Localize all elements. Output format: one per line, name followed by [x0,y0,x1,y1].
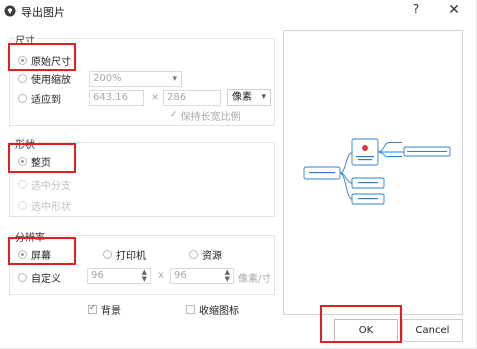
keep-ratio-option[interactable]: ✓ 保持长宽比例 [170,109,241,123]
original-size-radio[interactable] [18,55,27,65]
screen-label: 屏幕 [31,250,51,262]
original-size-label: 原始尺寸 [31,56,71,68]
resolution-section-title: 分辨率 [15,229,47,244]
dialog-title: 导出图片 [21,6,65,19]
screen-option[interactable]: 屏幕 [18,247,51,262]
shape-section-title: 形状 [15,136,37,151]
background-checkbox[interactable] [88,303,97,314]
preview-pane [283,30,463,315]
background-label: 背景 [101,305,121,317]
custom-option[interactable]: 自定义 [18,270,61,285]
fit-to-option[interactable]: 适应到 [18,91,61,106]
close-button[interactable]: ✕ [445,2,463,20]
whole-page-option[interactable]: 整页 [18,154,51,169]
custom-label: 自定义 [31,273,61,285]
cancel-button[interactable]: Cancel [402,319,463,342]
dpi-x-spinner-icon[interactable]: ▲ ▼ [142,269,147,283]
resolution-section [9,235,275,295]
title-bar: 导出图片 ? ✕ [0,0,477,22]
size-times-sign: × [151,92,160,103]
printer-radio[interactable] [103,249,112,259]
source-label: 资源 [202,250,222,262]
dpi-y-input[interactable]: 96 ▲ ▼ [170,268,234,284]
printer-option[interactable]: 打印机 [103,247,146,262]
selected-branch-label: 选中分支 [31,180,71,192]
dpi-unit-label: 像素/寸 [238,274,272,285]
unit-select[interactable]: 像素 ▾ [227,89,271,106]
check-icon: ✓ [170,110,178,120]
fit-to-label: 适应到 [31,94,61,106]
help-button[interactable]: ? [409,2,423,20]
unit-select-value: 像素 [232,92,252,103]
app-logo-icon [4,5,16,17]
printer-label: 打印机 [116,250,146,262]
dpi-times-sign: x [158,270,164,281]
height-input[interactable]: 286 [163,90,221,106]
selected-shape-option[interactable]: 选中形状 [18,198,71,213]
collapse-icon-option[interactable]: 收缩图标 [186,303,239,317]
selected-branch-radio[interactable] [18,179,27,189]
whole-page-radio[interactable] [18,156,27,166]
original-size-option[interactable]: 原始尺寸 [18,53,71,68]
selected-shape-radio[interactable] [18,200,27,210]
selected-branch-option[interactable]: 选中分支 [18,177,71,192]
dpi-y-value: 96 [174,270,187,281]
use-zoom-option[interactable]: 使用缩放 [18,71,71,86]
collapse-icon-checkbox[interactable] [186,304,195,314]
dpi-x-input[interactable]: 96 ▲ ▼ [87,268,151,284]
screen-radio[interactable] [18,249,27,259]
fit-to-radio[interactable] [18,93,27,103]
selected-shape-label: 选中形状 [31,201,71,213]
use-zoom-label: 使用缩放 [31,74,71,86]
zoom-select[interactable]: 200% [89,71,182,87]
chevron-down-icon: ▾ [261,92,266,102]
custom-radio[interactable] [18,272,27,282]
source-option[interactable]: 资源 [189,247,222,262]
use-zoom-radio[interactable] [18,73,27,83]
dpi-y-spinner-icon[interactable]: ▲ ▼ [225,269,230,283]
keep-ratio-label: 保持长宽比例 [180,111,241,123]
mindmap-preview-image [303,138,451,205]
width-input[interactable]: 643.16 [89,90,144,106]
source-radio[interactable] [189,249,198,259]
whole-page-label: 整页 [31,157,51,169]
size-section-title: 尺寸 [15,32,37,47]
ok-button[interactable]: OK [334,319,398,342]
dpi-x-value: 96 [91,270,104,281]
background-option[interactable]: 背景 [88,303,121,317]
collapse-icon-label: 收缩图标 [199,305,239,317]
